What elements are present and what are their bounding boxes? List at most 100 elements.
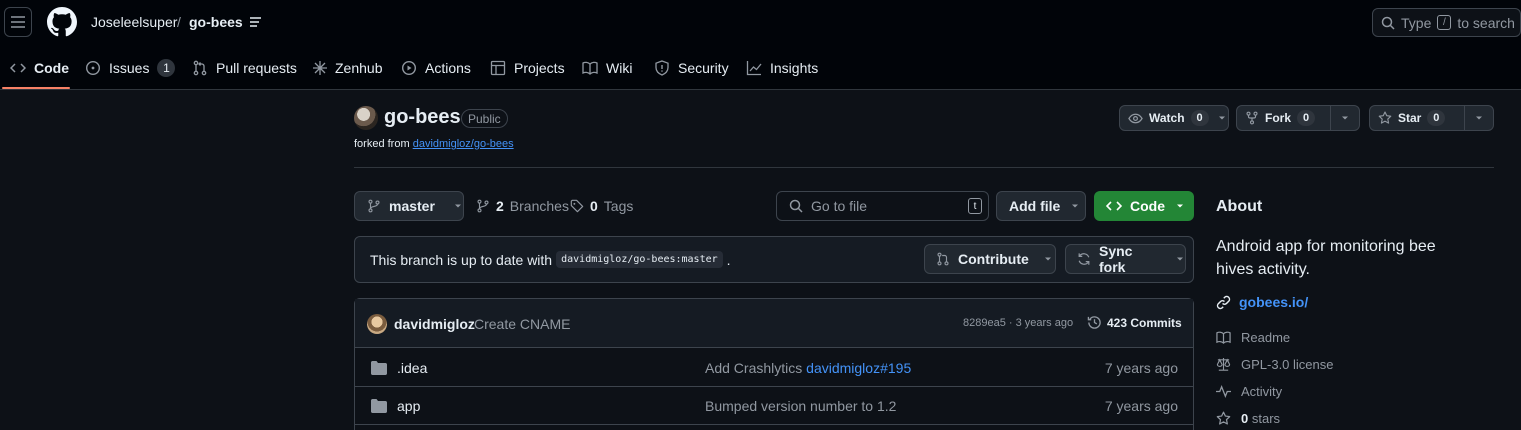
book-icon: [582, 60, 598, 76]
table-row[interactable]: app Bumped version number to 1.2 7 years…: [355, 387, 1193, 425]
file-name[interactable]: .idea: [397, 360, 427, 376]
commit-author[interactable]: davidmigloz: [394, 316, 475, 332]
file-commit-text[interactable]: Bumped version number to 1.2: [705, 398, 896, 414]
chevron-down-icon: [453, 201, 463, 211]
tab-insights[interactable]: Insights: [746, 59, 818, 77]
breadcrumb-owner[interactable]: Joseleelsuper: [91, 14, 177, 30]
breadcrumb-repo[interactable]: go-bees: [189, 14, 243, 30]
website-url[interactable]: gobees.io/: [1239, 294, 1308, 310]
zenhub-icon: [313, 61, 327, 75]
star-button[interactable]: Star 0: [1369, 105, 1494, 131]
forked-prefix: forked from: [354, 138, 410, 150]
branch-status-text: This branch is up to date with davidmigl…: [370, 251, 731, 268]
branches-link[interactable]: 2 Branches: [476, 198, 569, 214]
star-icon: [1216, 411, 1231, 426]
add-file-button[interactable]: Add file: [996, 191, 1086, 221]
commits-count-label: 423 Commits: [1107, 315, 1182, 330]
visibility-badge: Public: [461, 109, 508, 128]
repo-owner-avatar[interactable]: [354, 106, 378, 130]
folder-icon: [371, 361, 387, 375]
contribute-button[interactable]: Contribute: [924, 244, 1056, 274]
tab-wiki[interactable]: Wiki: [582, 59, 632, 77]
sync-fork-button[interactable]: Sync fork: [1065, 243, 1186, 275]
branches-count: 2: [496, 198, 504, 214]
tags-link[interactable]: 0 Tags: [570, 198, 633, 214]
license-label: GPL-3.0 license: [1241, 357, 1334, 372]
git-branch-icon: [476, 199, 490, 213]
code-button[interactable]: Code: [1094, 191, 1194, 221]
branch-status-message: This branch is up to date with: [370, 251, 553, 268]
activity-link[interactable]: Activity: [1216, 384, 1282, 399]
commit-author-avatar[interactable]: [367, 314, 387, 334]
add-file-label: Add file: [1009, 198, 1061, 214]
pulse-icon: [1216, 384, 1231, 399]
tab-security-label: Security: [678, 60, 729, 76]
contribute-label: Contribute: [958, 251, 1029, 267]
chevron-down-icon: [1070, 201, 1080, 211]
readme-link[interactable]: Readme: [1216, 330, 1290, 345]
tab-projects-label: Projects: [514, 60, 565, 76]
tab-pull-requests-label: Pull requests: [216, 60, 297, 76]
link-icon: [1216, 295, 1231, 310]
fork-label: Fork: [1265, 111, 1292, 125]
folder-icon: [371, 399, 387, 413]
fork-dropdown-chevron-icon[interactable]: [1340, 113, 1350, 123]
tab-projects[interactable]: Projects: [490, 59, 565, 77]
stars-label: stars: [1251, 411, 1281, 426]
tab-selected-underline: [2, 87, 70, 89]
search-placeholder-after: to search: [1457, 14, 1515, 31]
star-count: 0: [1427, 110, 1446, 126]
forked-from-link[interactable]: davidmigloz/go-bees: [413, 138, 514, 150]
branch-selector[interactable]: master: [354, 191, 464, 221]
breadcrumb-separator: /: [177, 14, 181, 30]
license-link[interactable]: GPL-3.0 license: [1216, 357, 1334, 372]
table-row[interactable]: .idea Add Crashlytics davidmigloz#195 7 …: [355, 349, 1193, 387]
fork-count: 0: [1297, 110, 1316, 126]
code-icon: [1106, 198, 1122, 214]
commit-hash-age[interactable]: 8289ea5 · 3 years ago: [963, 317, 1073, 329]
chevron-down-icon: [1175, 254, 1185, 264]
upstream-ref[interactable]: davidmigloz/go-bees:master: [556, 251, 723, 268]
search-input[interactable]: Type / to search: [1372, 8, 1521, 37]
file-commit-age: 7 years ago: [1104, 398, 1178, 414]
tab-zenhub[interactable]: Zenhub: [313, 59, 382, 77]
file-name[interactable]: app: [397, 398, 420, 414]
website-link[interactable]: gobees.io/: [1216, 294, 1308, 310]
search-shortcut-key: /: [1437, 15, 1452, 30]
git-pull-request-icon: [936, 252, 950, 266]
file-name-cell[interactable]: .idea: [371, 360, 427, 376]
repo-header-divider: [354, 167, 1494, 168]
go-to-file-input[interactable]: Go to file t: [776, 191, 989, 221]
stars-link[interactable]: 0 stars: [1216, 411, 1280, 426]
table-icon: [490, 60, 506, 76]
chevron-down-icon[interactable]: [1217, 113, 1227, 123]
tab-code[interactable]: Code: [10, 59, 69, 77]
commits-link[interactable]: 423 Commits: [1087, 315, 1182, 330]
file-name-cell[interactable]: app: [371, 398, 420, 414]
repo-forked-icon: [1245, 111, 1259, 125]
file-commit-text[interactable]: Add Crashlytics: [705, 360, 802, 376]
repo-title[interactable]: go-bees: [384, 106, 461, 129]
repo-menu-icon[interactable]: [250, 17, 262, 27]
git-branch-icon: [367, 199, 381, 213]
eye-icon: [1128, 111, 1143, 126]
file-commit-message: Bumped version number to 1.2: [705, 398, 896, 414]
law-icon: [1216, 357, 1231, 372]
about-heading: About: [1216, 198, 1263, 215]
github-logo-icon[interactable]: [47, 7, 77, 37]
go-to-file-shortcut: t: [968, 198, 982, 214]
stars-count: 0: [1241, 411, 1249, 426]
tab-security[interactable]: Security: [654, 59, 729, 77]
about-description: Android app for monitoring bee hives act…: [1216, 238, 1436, 278]
tab-insights-label: Insights: [770, 60, 819, 76]
commit-message[interactable]: Create CNAME: [474, 316, 570, 332]
tab-pull-requests[interactable]: Pull requests: [192, 59, 297, 77]
file-commit-link[interactable]: davidmigloz#195: [806, 360, 911, 376]
star-dropdown-chevron-icon[interactable]: [1474, 113, 1484, 123]
file-commit-age: 7 years ago: [1104, 360, 1178, 376]
tab-actions[interactable]: Actions: [401, 59, 471, 77]
watch-button[interactable]: Watch 0: [1119, 105, 1229, 131]
menu-button[interactable]: [4, 7, 32, 37]
fork-button[interactable]: Fork 0: [1236, 105, 1360, 131]
tab-issues[interactable]: Issues 1: [85, 59, 176, 77]
